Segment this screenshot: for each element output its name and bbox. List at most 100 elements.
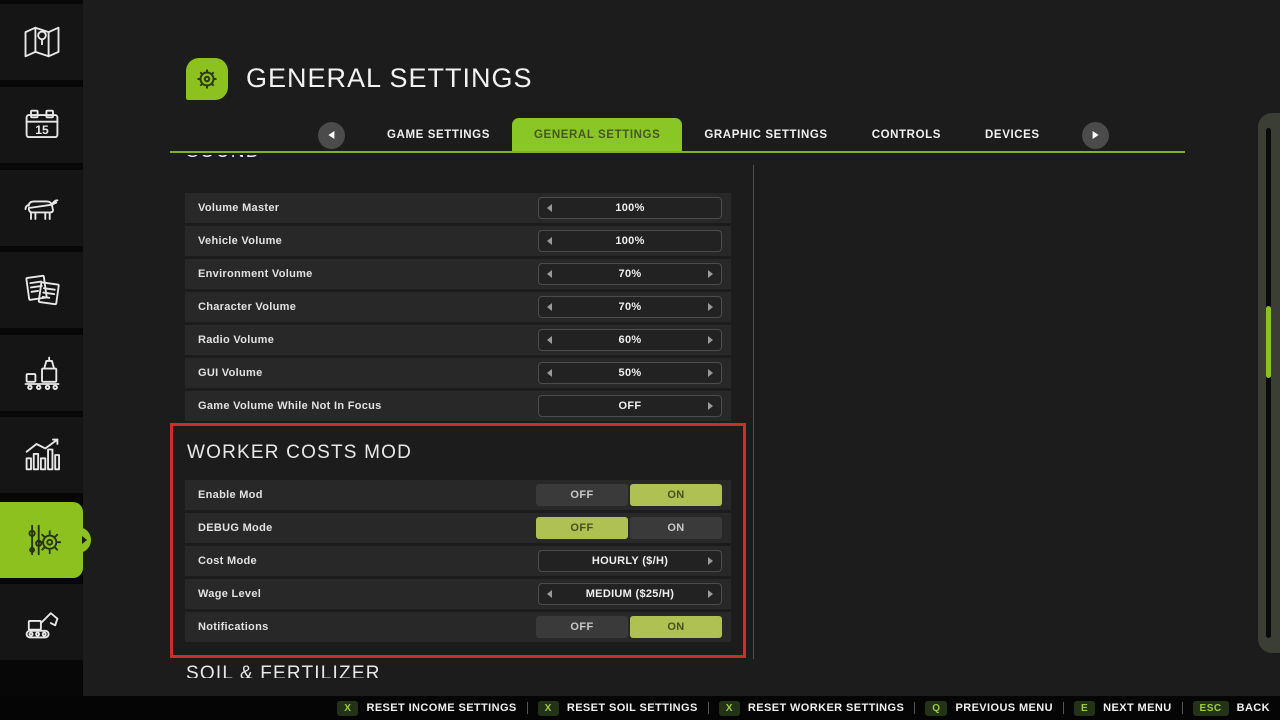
hint-next-menu: E NEXT MENU <box>1074 701 1172 716</box>
stepper-right-arrow-icon[interactable] <box>708 402 713 410</box>
content-scrollbar-track[interactable] <box>753 165 754 659</box>
hint-reset-income: X RESET INCOME SETTINGS <box>337 701 516 716</box>
key-esc-badge[interactable]: ESC <box>1193 701 1229 716</box>
page-title: GENERAL SETTINGS <box>246 63 533 94</box>
key-x-badge[interactable]: X <box>538 701 559 716</box>
setting-row-character-volume: Character Volume 70% <box>185 292 731 322</box>
stepper-right-arrow-icon[interactable] <box>708 336 713 344</box>
setting-row-notifications: Notifications OFF ON <box>185 612 731 642</box>
cow-icon <box>20 186 64 230</box>
tab-controls[interactable]: CONTROLS <box>850 118 963 152</box>
setting-row-enable-mod: Enable Mod OFF ON <box>185 480 731 510</box>
vehicle-volume-stepper[interactable]: 100% <box>538 230 722 252</box>
game-volume-focus-stepper[interactable]: OFF <box>538 395 722 417</box>
debug-mode-on-button[interactable]: ON <box>630 517 722 539</box>
sidebar-item-animals[interactable] <box>0 170 83 246</box>
hint-divider <box>708 702 709 714</box>
tab-bar: GAME SETTINGS GENERAL SETTINGS GRAPHIC S… <box>318 118 1109 152</box>
key-x-badge[interactable]: X <box>337 701 358 716</box>
settings-sliders-icon <box>20 518 64 562</box>
setting-row-game-volume-focus: Game Volume While Not In Focus OFF <box>185 391 731 421</box>
stepper-right-arrow-icon[interactable] <box>708 270 713 278</box>
section-title-worker-costs-mod: WORKER COSTS MOD <box>187 442 412 464</box>
character-volume-stepper[interactable]: 70% <box>538 296 722 318</box>
stepper-right-arrow-icon[interactable] <box>708 303 713 311</box>
section-title-sound: SOUND <box>186 155 261 163</box>
stepper-left-arrow-icon[interactable] <box>547 237 552 245</box>
cost-mode-stepper[interactable]: HOURLY ($/H) <box>538 550 722 572</box>
hint-divider <box>1182 702 1183 714</box>
enable-mod-off-button[interactable]: OFF <box>536 484 628 506</box>
hint-divider <box>527 702 528 714</box>
stepper-right-arrow-icon[interactable] <box>708 590 713 598</box>
hint-divider <box>1063 702 1064 714</box>
debug-mode-toggle: OFF ON <box>534 517 722 539</box>
excavator-icon <box>20 600 64 644</box>
svg-text:15: 15 <box>35 123 49 137</box>
tabs-next-button[interactable] <box>1082 122 1109 149</box>
sidebar-item-settings[interactable] <box>0 502 83 578</box>
sidebar-item-statistics[interactable] <box>0 417 83 493</box>
stepper-left-arrow-icon[interactable] <box>547 336 552 344</box>
setting-row-radio-volume: Radio Volume 60% <box>185 325 731 355</box>
tab-underline <box>170 151 1185 153</box>
tabs-prev-button[interactable] <box>318 122 345 149</box>
tab-graphic-settings[interactable]: GRAPHIC SETTINGS <box>682 118 849 152</box>
wage-level-stepper[interactable]: MEDIUM ($25/H) <box>538 583 722 605</box>
sidebar-item-contracts[interactable] <box>0 252 83 328</box>
stepper-left-arrow-icon[interactable] <box>547 270 552 278</box>
sidebar-item-construction[interactable] <box>0 584 83 660</box>
page-scrollbar-thumb[interactable] <box>1266 306 1271 378</box>
documents-icon <box>20 268 64 312</box>
setting-row-debug-mode: DEBUG Mode OFF ON <box>185 513 731 543</box>
setting-row-environment-volume: Environment Volume 70% <box>185 259 731 289</box>
gear-icon <box>192 64 222 94</box>
key-e-badge[interactable]: E <box>1074 701 1095 716</box>
enable-mod-on-button[interactable]: ON <box>630 484 722 506</box>
statistics-icon <box>20 433 64 477</box>
hint-previous-menu: Q PREVIOUS MENU <box>925 701 1053 716</box>
active-item-notch <box>75 527 91 553</box>
radio-volume-stepper[interactable]: 60% <box>538 329 722 351</box>
stepper-left-arrow-icon[interactable] <box>547 303 552 311</box>
sidebar-item-calendar[interactable]: 15 <box>0 87 83 163</box>
calendar-icon: 15 <box>20 103 64 147</box>
worker-costs-mod-highlight: WORKER COSTS MOD Enable Mod OFF ON DEBUG… <box>170 423 746 658</box>
hint-reset-soil: X RESET SOIL SETTINGS <box>538 701 698 716</box>
enable-mod-toggle: OFF ON <box>534 484 722 506</box>
stepper-left-arrow-icon[interactable] <box>547 369 552 377</box>
tab-general-settings[interactable]: GENERAL SETTINGS <box>512 118 682 152</box>
stepper-left-arrow-icon[interactable] <box>547 204 552 212</box>
page-scrollbar[interactable] <box>1258 113 1280 653</box>
notifications-toggle: OFF ON <box>534 616 722 638</box>
tab-game-settings[interactable]: GAME SETTINGS <box>365 118 512 152</box>
hint-reset-worker: X RESET WORKER SETTINGS <box>719 701 904 716</box>
volume-master-stepper[interactable]: 100% <box>538 197 722 219</box>
tab-devices[interactable]: DEVICES <box>963 118 1062 152</box>
environment-volume-stepper[interactable]: 70% <box>538 263 722 285</box>
page-icon-tile <box>186 58 228 100</box>
stepper-left-arrow-icon[interactable] <box>547 590 552 598</box>
footer-hint-bar: X RESET INCOME SETTINGS X RESET SOIL SET… <box>0 696 1280 720</box>
map-icon <box>20 20 64 64</box>
sidebar: 15 <box>0 0 83 720</box>
hint-back: ESC BACK <box>1193 701 1270 716</box>
key-q-badge[interactable]: Q <box>925 701 947 716</box>
settings-scroll-area: SOUND Volume Master 100% Vehicle Volume … <box>170 155 755 678</box>
debug-mode-off-button[interactable]: OFF <box>536 517 628 539</box>
sidebar-item-production[interactable] <box>0 335 83 411</box>
hint-divider <box>914 702 915 714</box>
gui-volume-stepper[interactable]: 50% <box>538 362 722 384</box>
sidebar-item-map[interactable] <box>0 4 83 80</box>
setting-row-wage-level: Wage Level MEDIUM ($25/H) <box>185 579 731 609</box>
production-icon <box>20 351 64 395</box>
setting-row-cost-mode: Cost Mode HOURLY ($/H) <box>185 546 731 576</box>
key-x-badge[interactable]: X <box>719 701 740 716</box>
stepper-right-arrow-icon[interactable] <box>708 369 713 377</box>
notifications-off-button[interactable]: OFF <box>536 616 628 638</box>
setting-row-volume-master: Volume Master 100% <box>185 193 731 223</box>
setting-row-vehicle-volume: Vehicle Volume 100% <box>185 226 731 256</box>
page-scrollbar-track[interactable] <box>1266 128 1271 638</box>
notifications-on-button[interactable]: ON <box>630 616 722 638</box>
stepper-right-arrow-icon[interactable] <box>708 557 713 565</box>
